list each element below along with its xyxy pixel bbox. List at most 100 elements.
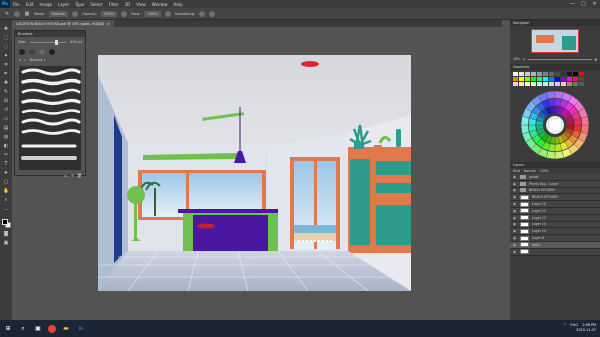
brush-size-value[interactable]: 600 px <box>70 40 82 44</box>
color-swatch[interactable] <box>555 77 560 81</box>
zoom-tool-icon[interactable]: ⌕ <box>3 197 9 203</box>
visibility-eye-icon[interactable]: ◉ <box>513 202 517 206</box>
new-brush-icon[interactable]: + <box>71 173 74 179</box>
minimize-button[interactable]: — <box>567 0 578 8</box>
recent-brush-2[interactable] <box>29 49 35 55</box>
menu-type[interactable]: Type <box>72 2 87 7</box>
brush-strokes-list[interactable] <box>19 66 81 170</box>
color-swatch[interactable] <box>579 77 584 81</box>
color-swatch[interactable] <box>561 72 566 76</box>
visibility-eye-icon[interactable]: ◉ <box>513 236 517 240</box>
visibility-eye-icon[interactable]: ◉ <box>513 250 517 254</box>
gradient-tool-icon[interactable]: ▤ <box>3 125 9 131</box>
color-swatch[interactable] <box>531 82 536 86</box>
color-swatch[interactable] <box>543 82 548 86</box>
menu-filter[interactable]: Filter <box>106 2 122 7</box>
eyedropper-tool-icon[interactable]: ✒ <box>3 71 9 77</box>
taskbar-clock[interactable]: 2:58 PM 2019-11-07 <box>576 323 596 332</box>
pen-tool-icon[interactable]: ✑ <box>3 152 9 158</box>
layer-row[interactable]: ◉ walls <box>510 241 600 249</box>
layers-list[interactable]: ◉ jacket ◉ Plants Buy... Layer ◉ BEACH KITCHE… <box>510 174 600 256</box>
color-swatch[interactable] <box>549 72 554 76</box>
foreground-color-swatch[interactable] <box>1 219 8 225</box>
color-wheel[interactable] <box>520 90 590 160</box>
layer-row[interactable]: ◉ Layer 14 <box>510 228 600 236</box>
blend-mode-select[interactable]: Normal <box>524 169 536 173</box>
tab-navigator[interactable]: Navigator <box>513 21 530 25</box>
color-swatch[interactable] <box>555 72 560 76</box>
color-swatch[interactable] <box>561 77 566 81</box>
menu-3d[interactable]: 3D <box>122 2 134 7</box>
menu-help[interactable]: Help <box>170 2 185 7</box>
pressure-opacity-icon[interactable] <box>72 10 79 17</box>
layer-group-row[interactable]: ◉ Plants Buy... Layer <box>510 180 600 188</box>
healing-tool-icon[interactable]: ✚ <box>3 80 9 86</box>
layer-row[interactable]: ◉ Layer 11 <box>510 207 600 215</box>
shape-tool-icon[interactable]: ▢ <box>3 179 9 185</box>
color-swatch[interactable] <box>561 82 566 86</box>
chrome-icon[interactable] <box>48 324 56 333</box>
hand-tool-icon[interactable]: ✋ <box>3 188 9 194</box>
blur-tool-icon[interactable]: ◍ <box>3 134 9 140</box>
color-swatch[interactable] <box>567 72 572 76</box>
color-swatch[interactable] <box>567 82 572 86</box>
layer-row[interactable]: ◉ Layer 12 <box>510 214 600 222</box>
color-swatch[interactable] <box>549 82 554 86</box>
brush-preset-picker[interactable] <box>14 10 20 17</box>
close-button[interactable]: ✕ <box>589 0 600 8</box>
recent-brush-3[interactable] <box>39 49 45 55</box>
file-explorer-icon[interactable]: ▬ <box>61 324 71 334</box>
more-tools-icon[interactable]: … <box>3 206 9 212</box>
type-tool-icon[interactable]: T <box>3 161 9 167</box>
color-swatch[interactable] <box>543 72 548 76</box>
layer-row[interactable]: ◉ Layer 10 <box>510 201 600 208</box>
search-icon[interactable]: ⌕ <box>18 324 28 334</box>
menu-select[interactable]: Select <box>87 2 105 7</box>
color-swatches[interactable] <box>1 219 11 228</box>
color-swatch[interactable] <box>579 72 584 76</box>
color-swatch[interactable] <box>513 72 518 76</box>
crop-tool-icon[interactable]: ⌗ <box>3 62 9 68</box>
new-folder-icon[interactable]: ▭ <box>64 173 68 179</box>
layer-opacity-field[interactable]: 100% <box>540 169 549 173</box>
layer-group-row[interactable]: ◉ jacket <box>510 174 600 181</box>
swatches-grid[interactable] <box>510 70 600 88</box>
screen-mode-icon[interactable]: ▣ <box>3 240 9 246</box>
visibility-eye-icon[interactable]: ◉ <box>513 209 517 213</box>
gear-icon[interactable] <box>199 10 206 17</box>
color-swatch[interactable] <box>549 77 554 81</box>
color-swatch[interactable] <box>531 72 536 76</box>
quick-mask-icon[interactable]: ◙ <box>3 231 9 237</box>
document-tab[interactable]: LOCATION BEACH HOUSE.psd @ 16% (walls, R… <box>12 20 114 27</box>
menu-view[interactable]: View <box>133 2 149 7</box>
airbrush-icon[interactable] <box>121 10 128 17</box>
color-swatch[interactable] <box>525 77 530 81</box>
symmetry-icon[interactable] <box>209 10 216 17</box>
layer-row[interactable]: ◉ <box>510 248 600 256</box>
tab-swatches[interactable]: Swatches <box>513 65 529 69</box>
recent-brush-1[interactable] <box>19 49 25 55</box>
zoom-value[interactable]: 16% <box>513 57 520 61</box>
color-swatch[interactable] <box>573 82 578 86</box>
mode-select[interactable]: Normal <box>49 10 69 17</box>
layer-row[interactable]: ◉ Layer 8 <box>510 235 600 242</box>
menu-window[interactable]: Window <box>149 2 171 7</box>
menu-image[interactable]: Image <box>36 2 55 7</box>
pressure-size-icon[interactable] <box>164 10 171 17</box>
color-swatch[interactable] <box>519 72 524 76</box>
flow-field[interactable]: 100% <box>144 10 161 17</box>
menu-layer[interactable]: Layer <box>55 2 72 7</box>
opacity-field[interactable]: 100% <box>100 10 118 17</box>
brush-size-knob[interactable] <box>55 39 59 45</box>
layer-row[interactable]: ◉ BEACH KITCHEN <box>510 194 600 202</box>
color-swatch[interactable] <box>543 77 548 81</box>
visibility-eye-icon[interactable]: ◉ <box>513 188 517 192</box>
color-swatch[interactable] <box>579 82 584 86</box>
eraser-tool-icon[interactable]: ▭ <box>3 116 9 122</box>
menu-edit[interactable]: Edit <box>23 2 37 7</box>
color-swatch[interactable] <box>519 82 524 86</box>
color-swatch[interactable] <box>537 72 542 76</box>
visibility-eye-icon[interactable]: ◉ <box>513 229 517 233</box>
artboard-canvas[interactable] <box>98 55 411 291</box>
trash-icon[interactable]: 🗑 <box>77 173 82 179</box>
